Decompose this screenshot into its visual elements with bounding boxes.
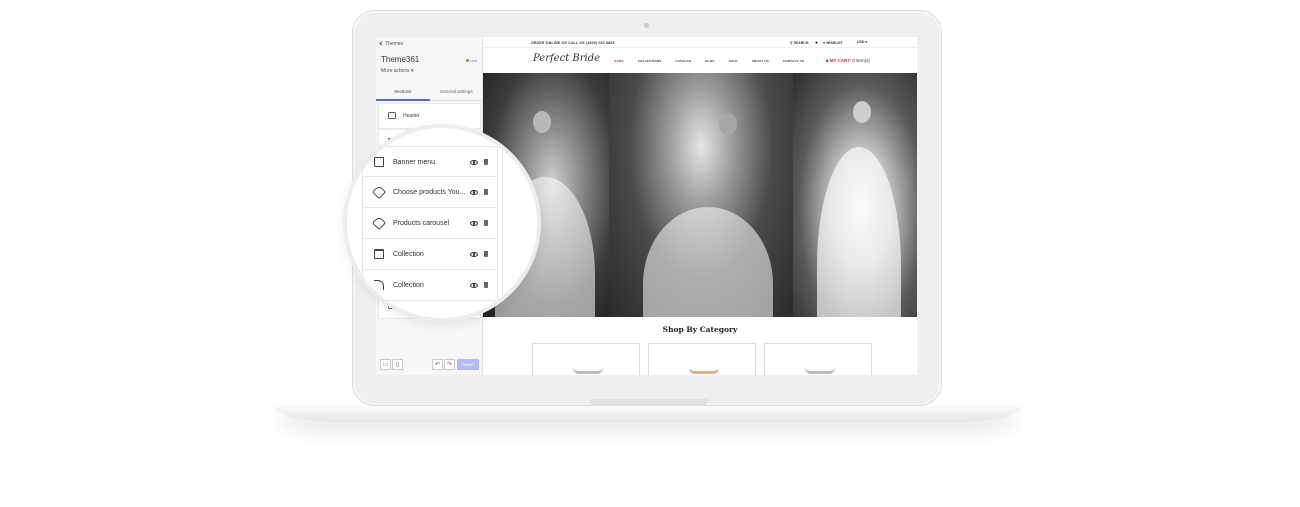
save-button[interactable]: Save — [457, 359, 479, 370]
eye-icon[interactable] — [470, 190, 478, 195]
section-item-label: Banner menu — [393, 159, 436, 166]
nav-item-sale[interactable]: SALE — [729, 59, 738, 63]
model-head — [719, 113, 737, 135]
hero-banner — [483, 73, 917, 317]
currency-label: USD — [857, 40, 865, 44]
divider — [502, 128, 503, 318]
section-item-label: Choose products You... — [393, 189, 466, 196]
more-actions-label: More actions — [381, 68, 410, 74]
section-item-label: Products carousel — [393, 220, 450, 227]
live-status: Live — [465, 58, 477, 63]
tab-sections[interactable]: Sections — [376, 85, 430, 101]
eye-icon[interactable] — [470, 160, 478, 165]
section-item-collection[interactable]: Collection — [362, 270, 498, 301]
wishlist-link[interactable]: ♥ WISHLIST — [823, 41, 843, 45]
section-item-choose-products[interactable]: Choose products You... — [362, 177, 498, 208]
currency-selector[interactable]: USD ▾ — [857, 40, 867, 44]
sections-list-zoomed: Banner menu Choose products You... Produ… — [362, 146, 498, 301]
zoom-magnifier: Banner menu Choose products You... Produ… — [347, 128, 537, 318]
bride-photo[interactable] — [609, 73, 793, 317]
account-icon[interactable]: ● — [815, 40, 818, 46]
banner-icon — [374, 157, 384, 167]
cart-count: 0 item(s) — [852, 58, 870, 63]
collection-icon — [374, 249, 384, 259]
store-topbar: ORDER ONLINE OR CALL US (1800) 000 8808 … — [483, 37, 917, 48]
live-label: Live — [469, 58, 477, 63]
back-label: Themes — [385, 41, 404, 47]
more-actions-dropdown[interactable]: More actions ▾ — [381, 68, 414, 74]
search-icon: ⚲ — [790, 41, 793, 45]
nav-item-collections[interactable]: COLLECTIONS — [638, 59, 662, 63]
nav-item-about-us[interactable]: ABOUT US — [752, 59, 769, 63]
section-item-header[interactable]: Header — [378, 103, 481, 129]
cart-icon: 🔒︎ — [826, 58, 829, 63]
editor-tabs: Sections General settings — [376, 85, 483, 101]
section-item-label: Header — [403, 113, 420, 119]
category-card[interactable] — [532, 343, 640, 375]
section-item-collection[interactable]: Collection — [362, 239, 498, 270]
store-preview: ORDER ONLINE OR CALL US (1800) 000 8808 … — [483, 37, 917, 375]
category-card[interactable] — [648, 343, 756, 375]
heart-icon: ♥ — [823, 41, 826, 45]
drag-handle-icon[interactable] — [484, 251, 488, 257]
store-navbar: Perfect Bride HOME COLLECTIONS CATALOG B… — [483, 48, 917, 73]
category-card[interactable] — [764, 343, 872, 375]
section-item-products-carousel[interactable]: Products carousel — [362, 208, 498, 239]
laptop-notch — [590, 399, 708, 406]
dress-shape — [643, 207, 773, 317]
model-head — [533, 111, 551, 133]
mobile-view-button[interactable]: ▯ — [392, 359, 403, 370]
tab-general-settings[interactable]: General settings — [429, 85, 483, 101]
theme-name: Theme361 — [381, 55, 420, 64]
search-link[interactable]: ⚲ SEARCH — [790, 41, 808, 45]
store-logo[interactable]: Perfect Bride — [533, 53, 600, 64]
nav-item-catalog[interactable]: CATALOG — [676, 59, 692, 63]
redo-button[interactable]: ↷ — [444, 359, 455, 370]
drag-handle-icon[interactable] — [484, 220, 488, 226]
order-phone-text: ORDER ONLINE OR CALL US (1800) 000 8808 — [531, 41, 615, 45]
section-item[interactable] — [362, 301, 498, 315]
undo-button[interactable]: ↶ — [432, 359, 443, 370]
eye-icon[interactable] — [470, 221, 478, 226]
section-item-label: Collection — [393, 251, 424, 258]
nav-item-contact-us[interactable]: CONTACT US — [783, 59, 804, 63]
wishlist-label: WISHLIST — [826, 41, 843, 45]
bride-photo[interactable] — [793, 73, 917, 317]
drag-handle-icon[interactable] — [484, 159, 488, 165]
search-label: SEARCH — [793, 41, 809, 45]
model-head — [853, 101, 871, 123]
dress-shape — [817, 147, 901, 317]
collection-icon — [374, 280, 384, 290]
nav-item-blog[interactable]: BLOG — [705, 59, 714, 63]
shop-by-category-heading: Shop By Category — [662, 325, 738, 334]
shoe-image — [689, 362, 719, 374]
eye-icon[interactable] — [470, 252, 478, 257]
tag-icon — [371, 184, 387, 200]
section-item-banner-menu[interactable]: Banner menu — [362, 146, 498, 177]
cart-label: MY CART: — [829, 58, 852, 63]
back-to-themes-link[interactable]: Themes — [379, 41, 404, 47]
drag-handle-icon[interactable] — [484, 189, 488, 195]
section-item-label: Collection — [393, 282, 424, 289]
cart-link[interactable]: 🔒︎ MY CART: 0 item(s) — [826, 58, 870, 63]
desktop-view-button[interactable]: ▭ — [380, 359, 391, 370]
eye-icon[interactable] — [470, 283, 478, 288]
main-navigation: HOME COLLECTIONS CATALOG BLOG SALE ABOUT… — [614, 59, 804, 63]
chevron-left-icon — [379, 41, 384, 46]
nav-item-home[interactable]: HOME — [614, 59, 624, 63]
editor-footer: ▭ ▯ ↶ ↷ Save — [376, 355, 483, 375]
shoe-image — [805, 362, 835, 374]
drag-handle-icon[interactable] — [484, 282, 488, 288]
live-dot-icon — [465, 59, 469, 62]
camera — [644, 23, 649, 28]
laptop-base — [274, 406, 1022, 422]
tag-icon — [371, 215, 387, 231]
header-icon — [388, 112, 396, 119]
shoe-image — [573, 362, 603, 374]
